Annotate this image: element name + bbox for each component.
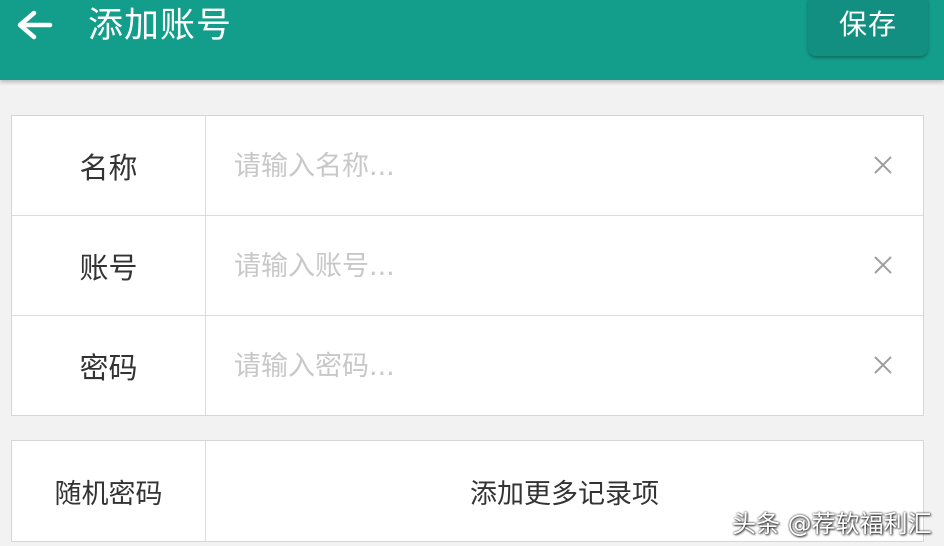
- arrow-left-icon[interactable]: [14, 8, 54, 42]
- save-button[interactable]: 保存: [808, 0, 928, 56]
- form-row-name: 名称: [12, 116, 923, 216]
- app-bar: 添加账号 保存: [0, 0, 944, 80]
- random-password-button[interactable]: 随机密码: [12, 441, 206, 541]
- account-form: 名称 账号 密码: [11, 115, 924, 416]
- form-row-account: 账号: [12, 216, 923, 316]
- account-input[interactable]: [234, 244, 834, 288]
- add-account-screen: 添加账号 保存 名称 账号 密码: [0, 0, 944, 546]
- form-row-password: 密码: [12, 316, 923, 415]
- password-input[interactable]: [234, 344, 834, 388]
- account-label: 账号: [12, 216, 206, 315]
- close-icon[interactable]: [872, 354, 894, 376]
- name-label: 名称: [12, 116, 206, 215]
- name-input[interactable]: [234, 144, 834, 188]
- page-title: 添加账号: [88, 6, 233, 46]
- watermark: 头条 @荐软福利汇: [732, 510, 932, 538]
- close-icon[interactable]: [872, 254, 894, 276]
- password-label: 密码: [12, 316, 206, 415]
- close-icon[interactable]: [872, 154, 894, 176]
